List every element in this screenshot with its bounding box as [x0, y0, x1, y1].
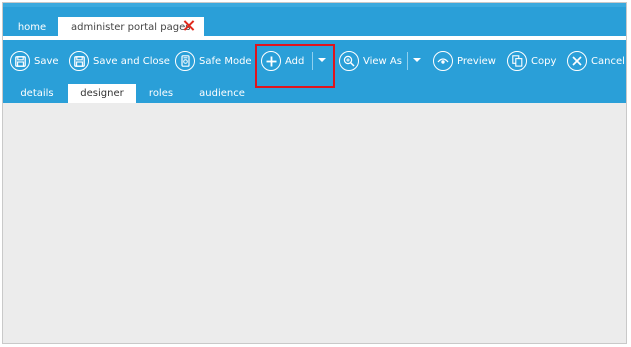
magnifier-plus-icon: [339, 51, 359, 71]
tab-roles-label: roles: [148, 88, 174, 99]
preview-button[interactable]: Preview: [433, 49, 496, 73]
safe-mode-button-label: Safe Mode: [199, 55, 252, 67]
tab-bar-top-edge: [3, 3, 626, 7]
add-button-highlight: [255, 44, 335, 88]
tab-roles[interactable]: roles: [141, 84, 181, 103]
tab-audience-label: audience: [199, 88, 245, 99]
save-and-close-button[interactable]: Save and Close: [69, 49, 170, 73]
cancel-button[interactable]: Cancel: [567, 49, 625, 73]
tab-home-label: home: [17, 22, 47, 33]
document-tab-bar: home administer portal pages: [3, 3, 626, 39]
tab-administer-portal-pages-label: administer portal pages: [71, 22, 191, 33]
tab-designer-label: designer: [80, 88, 124, 99]
view-as-button-label: View As: [363, 55, 402, 67]
preview-button-label: Preview: [457, 55, 496, 67]
eye-icon: [433, 51, 453, 71]
designer-canvas[interactable]: [3, 103, 626, 343]
tab-details-label: details: [20, 88, 54, 99]
save-button-label: Save: [34, 55, 59, 67]
x-circle-icon: [567, 51, 587, 71]
view-as-dropdown-chevron-icon[interactable]: [413, 58, 421, 62]
cancel-button-label: Cancel: [591, 55, 625, 67]
safe-mode-button[interactable]: Safe Mode: [175, 49, 252, 73]
tab-details[interactable]: details: [11, 84, 63, 103]
close-x-icon[interactable]: [183, 20, 194, 31]
floppy-disk-icon: [10, 51, 30, 71]
view-as-separator: [407, 52, 408, 70]
copy-button-label: Copy: [531, 55, 557, 67]
safe-mode-icon: [175, 51, 195, 71]
copy-icon: [507, 51, 527, 71]
save-button[interactable]: Save: [10, 49, 59, 73]
save-and-close-button-label: Save and Close: [93, 55, 170, 67]
tab-designer[interactable]: designer: [68, 84, 136, 103]
view-as-button[interactable]: View As: [339, 49, 402, 73]
copy-button[interactable]: Copy: [507, 49, 556, 73]
floppy-disk-icon: [69, 51, 89, 71]
tab-audience[interactable]: audience: [193, 84, 251, 103]
